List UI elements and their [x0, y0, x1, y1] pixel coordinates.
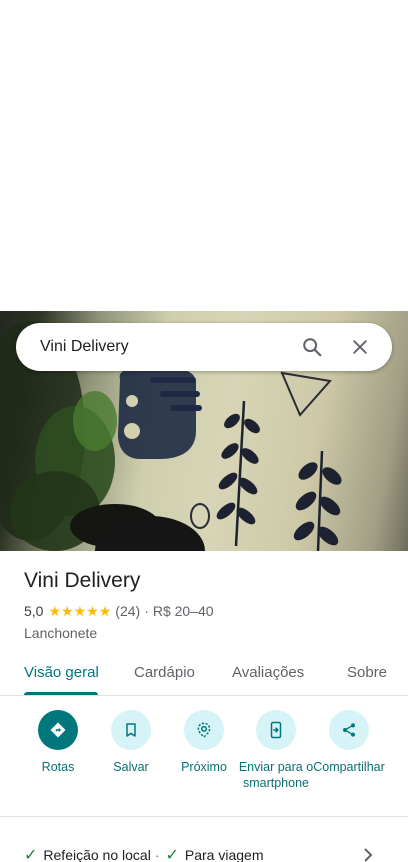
directions-label: Rotas [41, 760, 75, 774]
active-tab-indicator [24, 692, 98, 695]
star-icon: ★ [98, 603, 112, 619]
star-icon: ★ [61, 603, 74, 619]
place-details-page: Vini Delivery Vini Delivery 5,0 ★ ★ ★ ★ ★ (2… [0, 0, 408, 862]
chevron-right-icon[interactable] [362, 848, 374, 862]
tab-menu[interactable]: Cardápio [134, 664, 195, 681]
rating-separator: · [144, 603, 149, 619]
star-icon: ★ [73, 603, 87, 619]
bookmark-icon [111, 710, 151, 750]
rating-row[interactable]: 5,0 ★ ★ ★ ★ ★ (24) · R$ 20–40 [24, 603, 214, 619]
search-bar[interactable]: Vini Delivery [16, 323, 392, 371]
nearby-label: Próximo [181, 760, 227, 774]
close-icon[interactable] [342, 329, 378, 365]
send-to-phone-icon [256, 710, 296, 750]
reviews-count[interactable]: (24) [115, 603, 140, 619]
action-buttons: Rotas Salvar Próximo Enviar para o smart… [0, 710, 408, 810]
price-range: R$ 20–40 [152, 603, 214, 619]
star-icon: ★ [48, 603, 62, 619]
section-divider [0, 816, 408, 817]
tab-overview[interactable]: Visão geral [24, 664, 99, 681]
tab-about[interactable]: Sobre [347, 664, 387, 681]
place-category: Lanchonete [24, 625, 98, 641]
star-rating: ★ ★ ★ ★ ★ [48, 604, 111, 618]
save-button[interactable]: Salvar [91, 710, 171, 775]
nearby-button[interactable]: Próximo [164, 710, 244, 775]
check-icon: ✓ [24, 847, 38, 862]
send-to-phone-button[interactable]: Enviar para o smartphone [236, 710, 316, 791]
send-to-phone-label: Enviar para o smartphone [238, 760, 314, 790]
star-icon: ★ [86, 603, 99, 619]
share-button[interactable]: Compartilhar [309, 710, 389, 775]
amenity-takeout: Para viagem [184, 847, 264, 862]
place-title: Vini Delivery [24, 569, 141, 592]
share-icon [329, 710, 369, 750]
directions-icon [38, 710, 78, 750]
search-input[interactable]: Vini Delivery [40, 338, 282, 356]
amenities-row[interactable]: ✓ Refeição no local · ✓ Para viagem [24, 845, 263, 862]
tab-bar: Visão geral Cardápio Avaliações Sobre [0, 650, 408, 696]
share-label: Compartilhar [313, 760, 385, 774]
directions-button[interactable]: Rotas [18, 710, 98, 775]
search-icon[interactable] [294, 329, 330, 365]
save-label: Salvar [113, 760, 149, 774]
nearby-icon [184, 710, 224, 750]
amenity-dine-in: Refeição no local [43, 847, 151, 862]
check-icon: ✓ [165, 847, 179, 862]
rating-score: 5,0 [24, 603, 44, 619]
amenity-separator: · [154, 847, 160, 862]
tab-reviews[interactable]: Avaliações [232, 664, 304, 681]
